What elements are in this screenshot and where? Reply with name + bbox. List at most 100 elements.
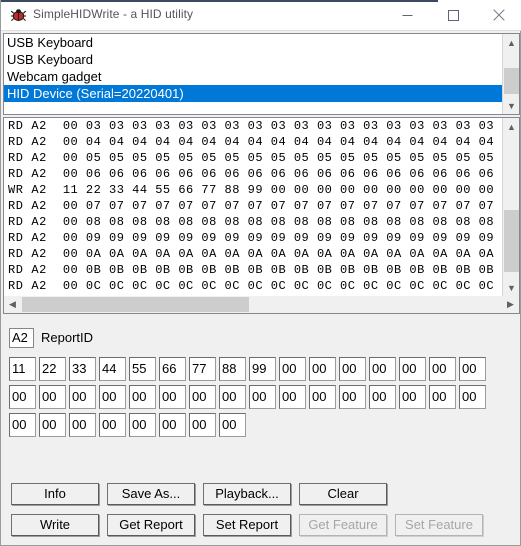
maximize-button[interactable] [430, 0, 476, 30]
byte-input[interactable]: 00 [159, 413, 186, 437]
byte-input[interactable]: 00 [279, 385, 306, 409]
device-list-item[interactable]: USB Keyboard [4, 51, 502, 68]
byte-input[interactable]: 00 [129, 413, 156, 437]
log-report-id: A2 [31, 231, 47, 245]
log-report-id: A2 [31, 215, 47, 229]
log-row: RD A2 00 0C 0C 0C 0C 0C 0C 0C 0C 0C 0C 0C … [4, 278, 502, 294]
log-bytes: 00 05 05 05 05 05 05 05 05 05 05 05 05 0… [62, 151, 502, 165]
byte-input[interactable]: 00 [129, 385, 156, 409]
byte-input[interactable]: 00 [279, 357, 306, 381]
byte-input[interactable]: 00 [339, 385, 366, 409]
byte-input[interactable]: 00 [39, 385, 66, 409]
log-bytes: 00 04 04 04 04 04 04 04 04 04 04 04 04 0… [62, 135, 502, 149]
byte-input[interactable]: 99 [249, 357, 276, 381]
scroll-thumb[interactable] [22, 297, 249, 312]
log-report-id: A2 [31, 199, 47, 213]
scroll-thumb[interactable] [504, 68, 519, 94]
byte-input[interactable]: 33 [69, 357, 96, 381]
device-list-item[interactable]: USB Keyboard [4, 34, 502, 51]
log-rows[interactable]: RD A2 00 03 03 03 03 03 03 03 03 03 03 03 … [4, 118, 502, 296]
log-report-id: A2 [31, 119, 47, 133]
report-byte-grid[interactable]: 11 22 33 44 55 66 77 88 99 00 00 00 00 00 00 00 00 00 00 00… [9, 357, 509, 441]
scroll-left-icon[interactable]: ◀ [4, 296, 21, 313]
log-panel[interactable]: RD A2 00 03 03 03 03 03 03 03 03 03 03 03 … [3, 117, 520, 314]
minimize-button[interactable] [384, 0, 430, 30]
byte-input[interactable]: 00 [429, 385, 456, 409]
byte-input[interactable]: 00 [189, 413, 216, 437]
byte-input[interactable]: 00 [9, 413, 36, 437]
clear-button[interactable]: Clear [299, 483, 387, 505]
byte-input[interactable]: 00 [189, 385, 216, 409]
byte-input[interactable]: 88 [219, 357, 246, 381]
device-list-item[interactable]: HID Device (Serial=20220401) [4, 85, 502, 102]
byte-input[interactable]: 00 [99, 385, 126, 409]
log-direction: RD [8, 135, 24, 149]
scroll-down-icon[interactable]: ▼ [503, 97, 520, 114]
get-feature-button: Get Feature [299, 514, 387, 536]
log-bytes: 00 06 06 06 06 06 06 06 06 06 06 06 06 0… [62, 167, 502, 181]
byte-input[interactable]: 77 [189, 357, 216, 381]
byte-input[interactable]: 00 [99, 413, 126, 437]
byte-row: 00 00 00 00 00 00 00 00 [9, 413, 509, 441]
byte-input[interactable]: 44 [99, 357, 126, 381]
byte-input[interactable]: 00 [309, 385, 336, 409]
log-bytes: 00 0B 0B 0B 0B 0B 0B 0B 0B 0B 0B 0B 0B 0… [62, 263, 502, 277]
byte-input[interactable]: 00 [219, 413, 246, 437]
byte-input[interactable]: 00 [429, 357, 456, 381]
app-window: SimpleHIDWrite - a HID utility USB Keybo… [0, 0, 521, 546]
log-bytes: 00 0A 0A 0A 0A 0A 0A 0A 0A 0A 0A 0A 0A 0… [62, 247, 502, 261]
scroll-down-icon[interactable]: ▼ [503, 279, 520, 296]
get-report-button[interactable]: Get Report [107, 514, 195, 536]
scroll-up-icon[interactable]: ▲ [503, 118, 520, 135]
log-report-id: A2 [31, 279, 47, 293]
byte-input[interactable]: 00 [459, 385, 486, 409]
device-list-items[interactable]: USB Keyboard USB Keyboard Webcam gadget HID… [4, 34, 502, 114]
byte-input[interactable]: 00 [219, 385, 246, 409]
device-list[interactable]: USB Keyboard USB Keyboard Webcam gadget HID… [3, 33, 520, 115]
byte-input[interactable]: 00 [9, 385, 36, 409]
close-button[interactable] [476, 0, 521, 30]
byte-input[interactable]: 00 [249, 385, 276, 409]
playback-button[interactable]: Playback... [203, 483, 291, 505]
byte-input[interactable]: 00 [39, 413, 66, 437]
log-bytes: 11 22 33 44 55 66 77 88 99 00 00 00 00 0… [62, 183, 502, 197]
log-bytes: 00 0C 0C 0C 0C 0C 0C 0C 0C 0C 0C 0C 0C 0… [62, 279, 502, 293]
log-row: RD A2 00 05 05 05 05 05 05 05 05 05 05 05 … [4, 150, 502, 166]
byte-input[interactable]: 00 [399, 385, 426, 409]
save-as-button[interactable]: Save As... [107, 483, 195, 505]
byte-input[interactable]: 00 [459, 357, 486, 381]
log-row: RD A2 00 08 08 08 08 08 08 08 08 08 08 08 … [4, 214, 502, 230]
log-row: RD A2 00 07 07 07 07 07 07 07 07 07 07 07 … [4, 198, 502, 214]
log-direction: RD [8, 263, 24, 277]
byte-input[interactable]: 22 [39, 357, 66, 381]
byte-input[interactable]: 00 [339, 357, 366, 381]
log-direction: WR [8, 183, 24, 197]
byte-input[interactable]: 00 [309, 357, 336, 381]
log-direction: RD [8, 231, 24, 245]
log-row: RD A2 00 0B 0B 0B 0B 0B 0B 0B 0B 0B 0B 0B … [4, 262, 502, 278]
byte-input[interactable]: 55 [129, 357, 156, 381]
title-bar: SimpleHIDWrite - a HID utility [1, 0, 521, 31]
log-report-id: A2 [31, 183, 47, 197]
byte-input[interactable]: 11 [9, 357, 36, 381]
scroll-thumb[interactable] [504, 210, 519, 272]
write-button[interactable]: Write [11, 514, 99, 536]
device-list-item[interactable]: Webcam gadget [4, 68, 502, 85]
set-feature-button: Set Feature [395, 514, 483, 536]
log-direction: RD [8, 199, 24, 213]
byte-input[interactable]: 00 [369, 357, 396, 381]
scroll-up-icon[interactable]: ▲ [503, 34, 520, 51]
log-hscrollbar[interactable]: ◀ ▶ [4, 296, 519, 313]
byte-input[interactable]: 00 [159, 385, 186, 409]
report-id-input[interactable]: A2 [9, 328, 34, 348]
byte-input[interactable]: 00 [69, 413, 96, 437]
scroll-right-icon[interactable]: ▶ [502, 296, 519, 313]
device-list-vscrollbar[interactable]: ▲ ▼ [502, 34, 519, 114]
info-button[interactable]: Info [11, 483, 99, 505]
byte-input[interactable]: 66 [159, 357, 186, 381]
log-vscrollbar[interactable]: ▲ ▼ [502, 118, 519, 296]
byte-input[interactable]: 00 [69, 385, 96, 409]
byte-input[interactable]: 00 [399, 357, 426, 381]
set-report-button[interactable]: Set Report [203, 514, 291, 536]
byte-input[interactable]: 00 [369, 385, 396, 409]
